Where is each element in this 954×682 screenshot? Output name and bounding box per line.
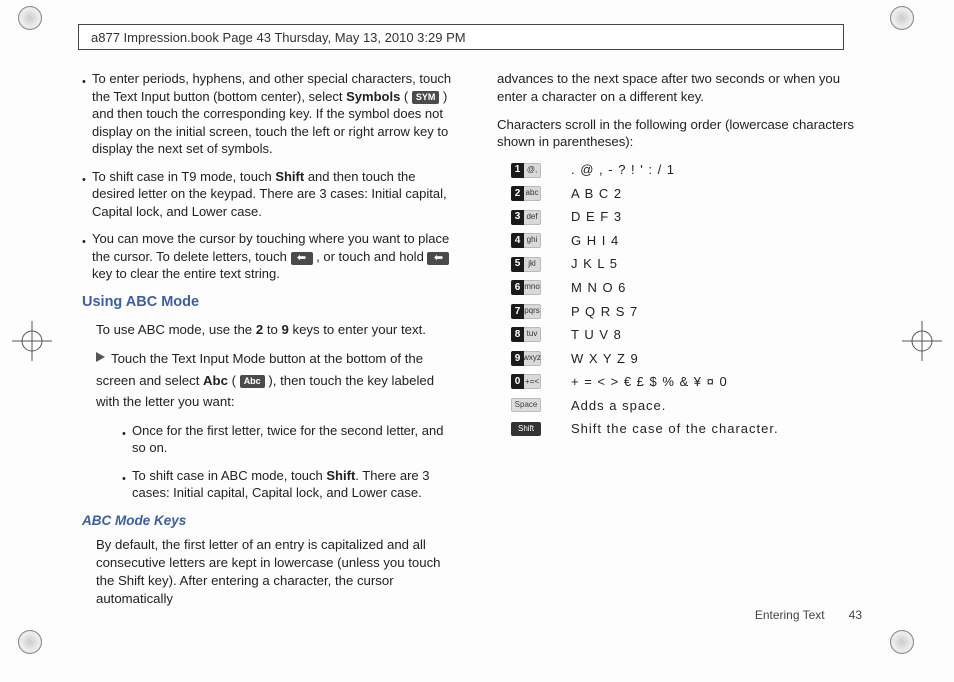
- key-map-table: 1@, . @ , - ? ! ' : / 1 2abc A B C 2 3def D E…: [511, 161, 872, 438]
- bold-text: Shift: [275, 169, 304, 184]
- key-map-row: 3def D E F 3: [511, 208, 872, 226]
- key-chars: Shift the case of the character.: [571, 420, 779, 438]
- paragraph: By default, the first letter of an entry…: [96, 536, 457, 607]
- key-chars: W X Y Z 9: [571, 350, 639, 368]
- key-chars: G H I 4: [571, 232, 619, 250]
- text: (: [228, 373, 240, 388]
- number-key-icon: 0+=<: [511, 374, 541, 389]
- number-key-icon: 7pqrs: [511, 304, 541, 319]
- paragraph: Characters scroll in the following order…: [497, 116, 872, 152]
- crop-mark-icon: [18, 630, 64, 676]
- backspace-key-icon: ⬅: [291, 252, 313, 265]
- header-text: a877 Impression.book Page 43 Thursday, M…: [91, 30, 466, 45]
- text: , or touch and hold: [313, 249, 428, 264]
- registration-mark-icon: [902, 321, 942, 361]
- registration-mark-icon: [12, 321, 52, 361]
- key-map-row: 5jkl J K L 5: [511, 255, 872, 273]
- text: keys to enter your text.: [289, 322, 426, 337]
- bullet-icon: [122, 422, 132, 457]
- number-key-icon: 2abc: [511, 186, 541, 201]
- key-map-row: 4ghi G H I 4: [511, 232, 872, 250]
- bold-text: Shift: [326, 468, 355, 483]
- bold-text: 9: [281, 322, 288, 337]
- number-key-icon: 5jkl: [511, 257, 541, 272]
- crop-mark-icon: [18, 6, 64, 52]
- page-header: a877 Impression.book Page 43 Thursday, M…: [78, 24, 844, 50]
- left-column: To enter periods, hyphens, and other spe…: [82, 70, 457, 630]
- number-key-icon: 6mno: [511, 280, 541, 295]
- step-item: Touch the Text Input Mode button at the …: [96, 348, 457, 411]
- text: (: [400, 89, 412, 104]
- space-key-icon: Space: [511, 398, 541, 412]
- bullet-item: To shift case in T9 mode, touch Shift an…: [82, 168, 457, 221]
- text: Once for the first letter, twice for the…: [132, 422, 457, 457]
- key-chars: T U V 8: [571, 326, 622, 344]
- key-chars: M N O 6: [571, 279, 626, 297]
- number-key-icon: 3def: [511, 210, 541, 225]
- bullet-icon: [122, 467, 132, 502]
- key-map-row: 0+=< + = < > € £ $ % & ¥ ¤ 0: [511, 373, 872, 391]
- bullet-item: To enter periods, hyphens, and other spe…: [82, 70, 457, 158]
- shift-key-icon: Shift: [511, 422, 541, 436]
- text: To shift case in ABC mode, touch: [132, 468, 326, 483]
- bullet-icon: [82, 230, 92, 283]
- key-map-row-shift: Shift Shift the case of the character.: [511, 420, 872, 438]
- key-chars: D E F 3: [571, 208, 622, 226]
- bold-text: Abc: [203, 373, 228, 388]
- key-chars: + = < > € £ $ % & ¥ ¤ 0: [571, 373, 728, 391]
- subheading-abc-mode-keys: ABC Mode Keys: [82, 512, 457, 530]
- key-map-row: 8tuv T U V 8: [511, 326, 872, 344]
- key-chars: J K L 5: [571, 255, 618, 273]
- key-chars: A B C 2: [571, 185, 622, 203]
- crop-mark-icon: [890, 6, 936, 52]
- sym-key-icon: SYM: [412, 91, 440, 104]
- backspace-key-icon: ⬅: [427, 252, 449, 265]
- bullet-icon: [82, 70, 92, 158]
- paragraph: advances to the next space after two sec…: [497, 70, 872, 106]
- number-key-icon: 9wxyz: [511, 351, 541, 366]
- page-footer: Entering Text 43: [755, 608, 862, 622]
- right-column: advances to the next space after two sec…: [497, 70, 872, 630]
- key-chars: P Q R S 7: [571, 303, 638, 321]
- bold-text: Symbols: [346, 89, 400, 104]
- sub-bullet-item: To shift case in ABC mode, touch Shift. …: [122, 467, 457, 502]
- heading-using-abc-mode: Using ABC Mode: [82, 293, 457, 313]
- key-chars: . @ , - ? ! ' : / 1: [571, 161, 675, 179]
- text: To shift case in T9 mode, touch: [92, 169, 275, 184]
- bullet-item: You can move the cursor by touching wher…: [82, 230, 457, 283]
- key-map-row: 6mno M N O 6: [511, 279, 872, 297]
- number-key-icon: 8tuv: [511, 327, 541, 342]
- crop-mark-icon: [890, 630, 936, 676]
- text: to: [263, 322, 281, 337]
- number-key-icon: 1@,: [511, 163, 541, 178]
- bullet-icon: [82, 168, 92, 221]
- abc-key-icon: Abc: [240, 375, 265, 388]
- key-map-row: 7pqrs P Q R S 7: [511, 303, 872, 321]
- paragraph: To use ABC mode, use the 2 to 9 keys to …: [96, 321, 457, 339]
- number-key-icon: 4ghi: [511, 233, 541, 248]
- key-map-row: 2abc A B C 2: [511, 185, 872, 203]
- key-chars: Adds a space.: [571, 397, 666, 415]
- text: To use ABC mode, use the: [96, 322, 256, 337]
- key-map-row-space: Space Adds a space.: [511, 397, 872, 415]
- text: key to clear the entire text string.: [92, 266, 280, 281]
- triangle-bullet-icon: [96, 352, 105, 362]
- key-map-row: 1@, . @ , - ? ! ' : / 1: [511, 161, 872, 179]
- page-body: To enter periods, hyphens, and other spe…: [82, 70, 872, 630]
- footer-section: Entering Text: [755, 608, 825, 622]
- sub-bullet-item: Once for the first letter, twice for the…: [122, 422, 457, 457]
- key-map-row: 9wxyz W X Y Z 9: [511, 350, 872, 368]
- footer-page-number: 43: [849, 608, 862, 622]
